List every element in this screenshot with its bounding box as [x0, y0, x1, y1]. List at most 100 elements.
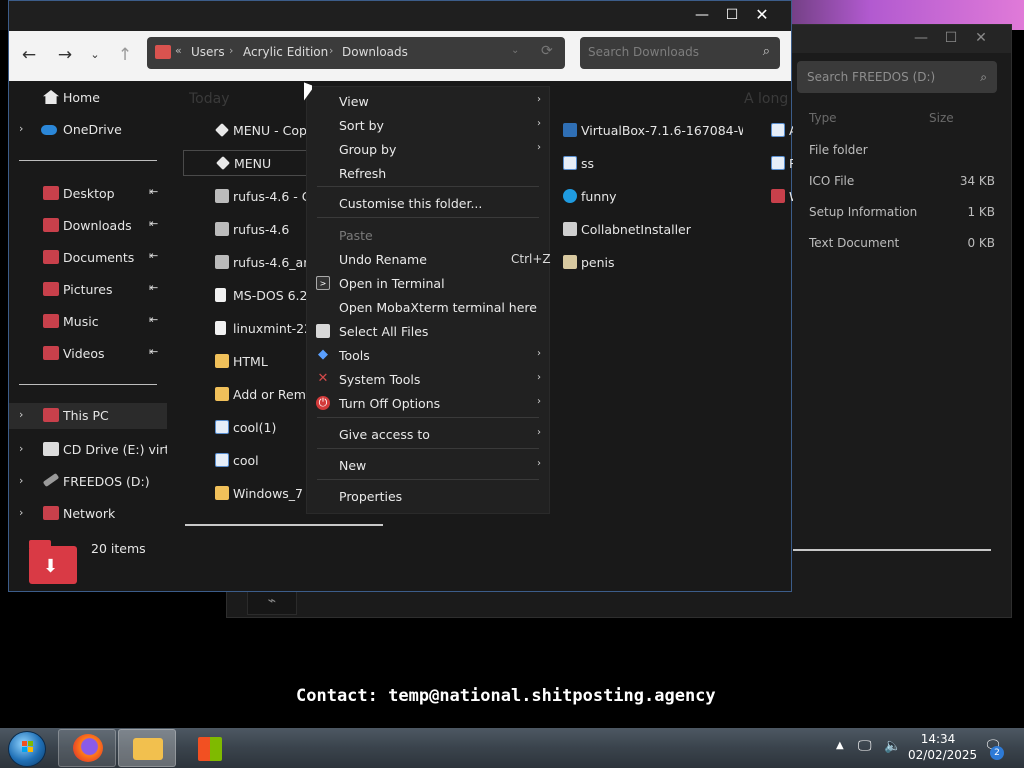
minimize-button[interactable]: — [687, 1, 717, 29]
file-item[interactable]: MS-DOS 6.22 [215, 283, 307, 309]
system-clock[interactable]: 14:34 02/02/2025 [908, 731, 977, 763]
menu-item-new[interactable]: New › [307, 453, 549, 477]
breadcrumb-separator-icon: › [229, 44, 234, 57]
network-status-icon[interactable]: 🖵 [858, 738, 872, 754]
breadcrumb-downloads[interactable]: Downloads [342, 45, 408, 59]
menu-item-refresh[interactable]: Refresh [307, 161, 549, 185]
search-input[interactable]: Search Downloads ⌕ [580, 37, 780, 69]
forward-arrow-icon[interactable]: → [53, 43, 77, 67]
file-item[interactable]: MENU [183, 150, 307, 176]
menu-item-open-mobaxterm[interactable]: Open MobaXterm terminal here [307, 295, 549, 319]
menu-item-open-in-terminal[interactable]: > Open in Terminal [307, 271, 549, 295]
breadcrumb-users[interactable]: Users [191, 45, 225, 59]
menu-item-turn-off-options[interactable]: ⏻ Turn Off Options › [307, 391, 549, 415]
sidebar-item-pictures[interactable]: Pictures ⇤ [9, 277, 167, 303]
group-header-today[interactable]: Today [189, 91, 230, 107]
file-item[interactable]: rufus-4.6_arm [215, 250, 307, 276]
menu-item-sort-by[interactable]: Sort by › [307, 113, 549, 137]
chevron-right-icon[interactable]: › [19, 442, 23, 455]
file-item[interactable]: R [771, 151, 793, 177]
menu-item-paste[interactable]: Paste [307, 223, 549, 247]
file-item[interactable]: penis [563, 250, 743, 276]
file-item[interactable]: CollabnetInstaller [563, 217, 743, 243]
chevron-right-icon[interactable]: › [19, 122, 23, 135]
menu-item-properties[interactable]: Properties [307, 484, 549, 508]
sidebar-item-desktop[interactable]: Desktop ⇤ [9, 181, 167, 207]
sidebar-item-cd-drive[interactable]: › CD Drive (E:) virtio- [9, 437, 167, 463]
sidebar-item-this-pc[interactable]: › This PC [9, 403, 167, 429]
menu-item-label: Open MobaXterm terminal here [339, 300, 537, 315]
pin-icon[interactable]: ⇤ [149, 281, 158, 294]
address-bar[interactable]: « Users › Acrylic Edition › Downloads ⌄ … [147, 37, 565, 69]
volume-icon[interactable]: 🔈 [884, 738, 901, 754]
maximize-button[interactable]: ☐ [717, 1, 747, 29]
menu-item-customise-folder[interactable]: Customise this folder... [307, 191, 549, 215]
sidebar-item-freedos[interactable]: › FREEDOS (D:) [9, 469, 167, 495]
menu-item-view[interactable]: View › [307, 89, 549, 113]
sidebar-item-home[interactable]: Home [9, 85, 167, 111]
table-row[interactable]: ICO File 34 KB [809, 174, 995, 194]
column-header-size[interactable]: Size [929, 111, 954, 125]
file-item[interactable]: MENU - Copy [215, 118, 307, 144]
minimize-icon[interactable]: — [909, 27, 933, 49]
sidebar-item-videos[interactable]: Videos ⇤ [9, 341, 167, 367]
pin-icon[interactable]: ⇤ [149, 345, 158, 358]
menu-item-label: Properties [339, 489, 403, 504]
file-item[interactable]: rufus-4.6 [215, 217, 307, 243]
file-item[interactable]: funny [563, 184, 743, 210]
file-item[interactable]: linuxmint-22. [215, 316, 307, 342]
file-item[interactable]: Windows_7 [215, 481, 307, 507]
pin-icon[interactable]: ⇤ [149, 185, 158, 198]
file-item[interactable]: W [771, 184, 793, 210]
file-item[interactable]: cool(1) [215, 415, 307, 441]
column-header-type[interactable]: Type [809, 111, 837, 125]
group-header-a-long[interactable]: A long [744, 91, 788, 107]
up-arrow-icon[interactable]: ↑ [113, 43, 137, 67]
start-button[interactable] [8, 731, 46, 767]
file-item[interactable]: ss [563, 151, 743, 177]
close-icon[interactable]: ✕ [969, 27, 993, 49]
table-row[interactable]: Text Document 0 KB [809, 236, 995, 256]
file-item[interactable]: VirtualBox-7.1.6-167084-Win [563, 118, 743, 144]
breadcrumb-acrylic-edition[interactable]: Acrylic Edition [243, 45, 328, 59]
menu-item-tools[interactable]: ◆ Tools › [307, 343, 549, 367]
titlebar: — ☐ ✕ [9, 1, 791, 31]
sidebar-item-documents[interactable]: Documents ⇤ [9, 245, 167, 271]
chevron-right-icon[interactable]: › [19, 408, 23, 421]
file-item[interactable]: Add or Remov [215, 382, 307, 408]
breadcrumb-overflow[interactable]: « [175, 44, 182, 57]
sidebar-item-network[interactable]: › Network [9, 501, 167, 527]
close-button[interactable]: ✕ [747, 1, 777, 29]
taskbar-firefox[interactable] [58, 729, 116, 767]
menu-item-give-access[interactable]: Give access to › [307, 422, 549, 446]
menu-item-select-all[interactable]: Select All Files [307, 319, 549, 343]
address-dropdown-icon[interactable]: ⌄ [511, 45, 519, 56]
chevron-right-icon[interactable]: › [19, 474, 23, 487]
taskbar-file-explorer[interactable] [118, 729, 176, 767]
taskbar-store[interactable] [180, 729, 238, 767]
table-row[interactable]: File folder [809, 143, 995, 163]
table-row[interactable]: Setup Information 1 KB [809, 205, 995, 225]
sidebar-item-music[interactable]: Music ⇤ [9, 309, 167, 335]
pin-icon[interactable]: ⇤ [149, 249, 158, 262]
file-item[interactable]: HTML [215, 349, 307, 375]
sidebar-item-onedrive[interactable]: › OneDrive [9, 117, 167, 143]
chevron-right-icon[interactable]: › [19, 506, 23, 519]
background-search-input[interactable]: Search FREEDOS (D:) ⌕ [797, 61, 997, 93]
file-item[interactable]: A [771, 118, 793, 144]
maximize-icon[interactable]: ☐ [939, 27, 963, 49]
recent-locations-chevron-icon[interactable]: ⌄ [83, 43, 107, 67]
pin-icon[interactable]: ⇤ [149, 217, 158, 230]
menu-item-system-tools[interactable]: ✕ System Tools › [307, 367, 549, 391]
menu-item-undo-rename[interactable]: Undo Rename Ctrl+Z [307, 247, 551, 271]
submenu-arrow-icon: › [537, 458, 541, 469]
back-arrow-icon[interactable]: ← [17, 43, 41, 67]
sidebar-item-downloads[interactable]: Downloads ⇤ [9, 213, 167, 239]
refresh-icon[interactable]: ⟳ [541, 43, 553, 59]
horizontal-scrollbar[interactable] [185, 524, 383, 526]
show-hidden-icons-icon[interactable]: ▲ [836, 740, 844, 751]
file-item[interactable]: cool [215, 448, 307, 474]
file-item[interactable]: rufus-4.6 - Co [215, 184, 307, 210]
menu-item-group-by[interactable]: Group by › [307, 137, 549, 161]
pin-icon[interactable]: ⇤ [149, 313, 158, 326]
